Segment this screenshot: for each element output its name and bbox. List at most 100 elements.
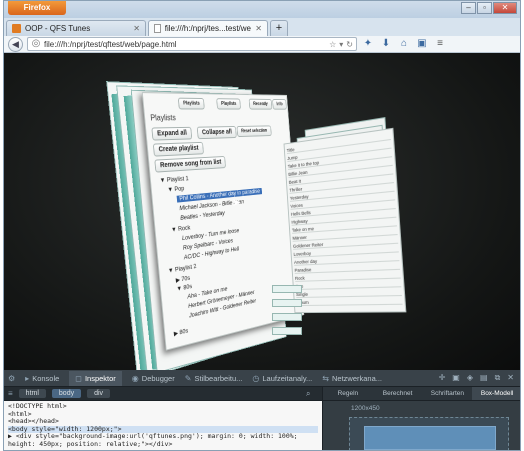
devtools-settings-icon[interactable]: ⚙ [8, 374, 15, 383]
tab-title: file:///h:/nprj/tes...test/web/page.html [165, 24, 252, 33]
tree-item[interactable]: ▶ 70s [175, 274, 190, 284]
3d-view-icon[interactable]: ◈ [467, 373, 473, 383]
box-model-content [364, 426, 496, 450]
tab-label: Laufzeitanaly... [262, 374, 312, 383]
tab-network[interactable]: ⇆ Netzwerkana... [322, 374, 382, 383]
playlist-panel: Playlists Playlists Recently Info Playli… [142, 92, 304, 351]
pick-element-icon[interactable]: ✛ [439, 373, 446, 383]
tab-label: Konsole [32, 374, 59, 383]
song-list-row[interactable]: Single [296, 290, 402, 299]
menu-icon[interactable]: ≡ [433, 37, 447, 51]
favicon-icon [12, 24, 21, 33]
dropdown-icon[interactable]: ▾ [339, 40, 343, 49]
responsive-icon[interactable]: ▣ [452, 373, 460, 383]
tree-item[interactable]: ▼ Rock [171, 225, 191, 234]
box-model-margin [349, 417, 509, 451]
reset-selection-button[interactable]: Reset selection [237, 125, 272, 137]
debugger-icon: ◉ [132, 374, 139, 383]
bookmark-star-icon[interactable]: ☆ [329, 40, 336, 49]
search-engine-icon[interactable]: ✦ [361, 37, 375, 51]
profiler-icon: ◷ [252, 374, 259, 383]
tree-item[interactable]: ▼ Playlist 1 [159, 175, 188, 184]
tab-label: Netzwerkana... [332, 374, 382, 383]
tree-item[interactable]: ▶ 80s [173, 327, 188, 338]
breadcrumb: ≡ html body div ⌕ [4, 387, 322, 401]
back-icon[interactable]: ◀ [8, 37, 23, 52]
minimize-icon[interactable]: – [461, 2, 476, 14]
panel-tab[interactable] [272, 313, 302, 321]
tab-bar: OOP - QFS Tunes ✕ file:///h:/nprj/tes...… [4, 18, 520, 36]
tab-fonts[interactable]: Schriftarten [423, 387, 473, 400]
home-icon[interactable]: ⌂ [397, 37, 411, 51]
tab-close-icon[interactable]: ✕ [255, 24, 262, 33]
tab-inspector[interactable]: ◻ Inspektor [69, 371, 122, 386]
globe-icon: ◎ [31, 37, 41, 51]
sidebar-tabs: Regeln Berechnet Schriftarten Box-Modell [323, 387, 521, 401]
tab-style-editor[interactable]: ✎ Stilbearbeitu... [185, 374, 243, 383]
scratchpad-icon[interactable]: ▤ [480, 373, 488, 383]
browser-window: Firefox – ▫ ✕ OOP - QFS Tunes ✕ file:///… [3, 0, 521, 451]
firefox-menu-button[interactable]: Firefox [8, 1, 66, 15]
network-icon: ⇆ [322, 374, 329, 383]
tab-console[interactable]: ▸ Konsole [25, 374, 59, 383]
tab-label: Stilbearbeitu... [194, 374, 242, 383]
inspector-icon: ◻ [75, 374, 82, 383]
console-icon: ▸ [25, 374, 29, 383]
breadcrumb-html[interactable]: html [19, 389, 46, 398]
url-text[interactable]: file:///h:/nprj/test/qftest/web/page.htm… [44, 40, 326, 49]
markup-line[interactable]: height: 450px; position: relative;"></di… [8, 441, 318, 449]
top-tab[interactable]: Info [272, 99, 287, 110]
box-model-view: 1200x450 [343, 405, 513, 449]
playlists-heading: Playlists [150, 113, 176, 122]
tab-page-html[interactable]: file:///h:/nprj/tes...test/web/page.html… [148, 20, 268, 36]
tab-oop-qfs-tunes[interactable]: OOP - QFS Tunes ✕ [6, 20, 146, 36]
breadcrumb-body[interactable]: body [52, 389, 81, 398]
create-playlist-button[interactable]: Create playlist [153, 142, 204, 157]
tab-title: OOP - QFS Tunes [25, 24, 90, 33]
markup-line[interactable]: <!DOCTYPE html> [8, 403, 318, 411]
mouse-cursor-icon: ➤ [232, 196, 241, 209]
addon-icon[interactable]: ▣ [415, 37, 429, 51]
top-tab[interactable]: Recently [249, 99, 273, 110]
devtools-right-icons: ✛ ▣ ◈ ▤ ⧉ ✕ [439, 373, 520, 383]
top-tab[interactable]: Playlists [178, 98, 205, 110]
tree-item[interactable]: ▼ Pop [167, 185, 184, 193]
song-list-row[interactable]: Pop [295, 281, 401, 290]
reload-icon[interactable]: ↻ [346, 40, 353, 49]
close-icon[interactable]: ✕ [493, 2, 517, 14]
new-tab-button[interactable]: + [270, 20, 288, 36]
panel-tab[interactable] [272, 285, 302, 293]
url-bar[interactable]: ◎ file:///h:/nprj/test/qftest/web/page.h… [27, 37, 357, 51]
page-icon [154, 24, 161, 33]
breadcrumb-div[interactable]: div [87, 389, 110, 398]
page-viewport-3d: Playlists Playlists Recently Info Playli… [4, 53, 520, 370]
tab-profiler[interactable]: ◷ Laufzeitanaly... [252, 374, 312, 383]
download-icon[interactable]: ⬇ [379, 37, 393, 51]
window-controls: – ▫ ✕ [461, 2, 517, 14]
tab-label: Debugger [142, 374, 175, 383]
markup-view: <!DOCTYPE html> <html> <head></head> <bo… [4, 401, 322, 451]
sidebar-panel: Regeln Berechnet Schriftarten Box-Modell… [322, 387, 521, 451]
tab-computed[interactable]: Berechnet [373, 387, 423, 400]
tree-item[interactable]: ▼ Playlist 2 [168, 263, 197, 275]
tab-rules[interactable]: Regeln [323, 387, 373, 400]
expand-all-button[interactable]: Expand all [151, 127, 192, 141]
tab-box-model[interactable]: Box-Modell [472, 387, 521, 400]
collapse-all-button[interactable]: Collapse all [197, 126, 237, 139]
panel-tab[interactable] [272, 327, 302, 335]
search-icon[interactable]: ⌕ [306, 389, 318, 399]
menu-icon[interactable]: ≡ [8, 389, 13, 398]
song-list-row[interactable]: Album [296, 298, 402, 306]
tab-close-icon[interactable]: ✕ [133, 24, 140, 33]
tree-item[interactable]: Beatles - Yesterday [180, 210, 225, 222]
top-tab[interactable]: Playlists [216, 98, 241, 109]
tree-item[interactable]: ▼ 80s [176, 283, 192, 293]
panel-tab[interactable] [272, 299, 302, 307]
dock-icon[interactable]: ⧉ [495, 373, 501, 383]
box-model-size: 1200x450 [351, 405, 380, 412]
tab-debugger[interactable]: ◉ Debugger [132, 374, 175, 383]
maximize-icon[interactable]: ▫ [477, 2, 492, 14]
remove-song-button[interactable]: Remove song from list [154, 156, 226, 173]
navigation-bar: ◀ ◎ file:///h:/nprj/test/qftest/web/page… [4, 36, 520, 53]
close-devtools-icon[interactable]: ✕ [507, 373, 514, 383]
